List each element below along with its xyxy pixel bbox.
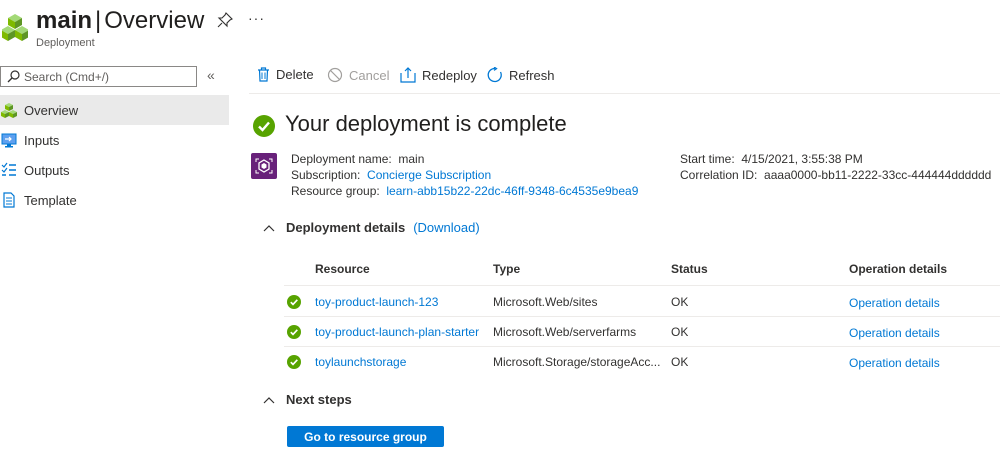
sidebar-item-label: Template xyxy=(24,192,77,208)
chevron-up-icon xyxy=(263,224,275,231)
deployment-details-toggle[interactable]: Deployment details (Download) xyxy=(263,220,480,235)
resource-status: OK xyxy=(671,355,689,369)
resource-status: OK xyxy=(671,325,689,339)
deployment-cubes-icon xyxy=(2,14,28,41)
resource-type: Microsoft.Web/serverfarms xyxy=(493,325,637,339)
toolbar-divider xyxy=(249,93,1000,94)
deployment-name-row: Deployment name: main xyxy=(291,152,425,166)
search-input[interactable]: Search (Cmd+/) xyxy=(0,66,197,87)
resource-status: OK xyxy=(671,295,689,309)
correlation-id-row: Correlation ID: aaaa0000-bb11-2222-33cc-… xyxy=(680,168,992,182)
sidebar-item-label: Inputs xyxy=(24,132,60,148)
resource-type: Microsoft.Storage/storageAcc... xyxy=(493,355,661,369)
redeploy-label: Redeploy xyxy=(422,67,477,83)
cancel-button[interactable]: Cancel xyxy=(327,67,389,83)
operation-details-link[interactable]: Operation details xyxy=(849,356,940,370)
resource-group-row: Resource group: learn-abb15b22-22dc-46ff… xyxy=(291,184,639,198)
resource-link[interactable]: toy-product-launch-123 xyxy=(315,295,487,309)
success-check-icon xyxy=(287,295,301,309)
cubes-icon xyxy=(1,103,17,118)
resource-link[interactable]: toy-product-launch-plan-starter xyxy=(315,325,487,339)
next-steps-toggle[interactable]: Next steps xyxy=(263,392,352,407)
collapse-sidebar-button[interactable]: « xyxy=(207,67,215,83)
start-time-row: Start time: 4/15/2021, 3:55:38 PM xyxy=(680,152,863,166)
more-options-button[interactable]: ··· xyxy=(248,10,265,26)
next-steps-title: Next steps xyxy=(286,392,352,407)
success-check-icon xyxy=(253,115,275,137)
search-placeholder: Search (Cmd+/) xyxy=(24,70,110,84)
resource-type: Microsoft.Web/sites xyxy=(493,295,598,309)
table-divider xyxy=(284,285,1000,286)
success-check-icon xyxy=(287,325,301,339)
refresh-label: Refresh xyxy=(509,67,555,83)
success-check-icon xyxy=(287,355,301,369)
column-header-status[interactable]: Status xyxy=(671,262,708,276)
redeploy-button[interactable]: Redeploy xyxy=(400,67,477,83)
trash-icon xyxy=(258,67,269,82)
deployment-icon xyxy=(251,153,277,179)
delete-button[interactable]: Delete xyxy=(257,67,314,82)
cancel-label: Cancel xyxy=(349,67,390,83)
subscription-link[interactable]: Concierge Subscription xyxy=(367,168,491,182)
sidebar-item-inputs[interactable]: Inputs xyxy=(0,125,229,155)
sidebar-item-template[interactable]: Template xyxy=(0,185,229,215)
operation-details-link[interactable]: Operation details xyxy=(849,296,940,310)
sidebar-item-overview[interactable]: Overview xyxy=(0,95,229,125)
upload-icon xyxy=(400,67,416,83)
resource-group-link[interactable]: learn-abb15b22-22dc-46ff-9348-6c4535e9be… xyxy=(386,184,638,198)
go-to-resource-group-button[interactable]: Go to resource group xyxy=(287,426,444,447)
delete-label: Delete xyxy=(276,67,314,82)
search-icon xyxy=(7,70,20,83)
pin-icon[interactable] xyxy=(217,12,233,28)
sidebar-item-outputs[interactable]: Outputs xyxy=(0,155,229,185)
download-link[interactable]: (Download) xyxy=(413,220,479,235)
sidebar-item-label: Overview xyxy=(24,102,79,118)
table-divider xyxy=(284,346,1000,347)
page-title: main | Overview xyxy=(36,7,205,34)
outputs-icon xyxy=(1,162,16,176)
cancel-icon xyxy=(327,67,343,83)
column-header-type[interactable]: Type xyxy=(493,262,520,276)
deployment-details-title: Deployment details xyxy=(286,220,406,235)
subscription-row: Subscription: Concierge Subscription xyxy=(291,168,492,182)
chevron-up-icon xyxy=(263,396,275,403)
table-divider xyxy=(284,316,1000,317)
inputs-icon xyxy=(1,133,17,148)
refresh-icon xyxy=(487,67,502,83)
resource-link[interactable]: toylaunchstorage xyxy=(315,355,487,369)
template-icon xyxy=(3,192,15,208)
page-subtitle: Deployment xyxy=(36,37,95,49)
operation-details-link[interactable]: Operation details xyxy=(849,326,940,340)
column-header-resource[interactable]: Resource xyxy=(315,262,370,276)
sidebar-item-label: Outputs xyxy=(24,162,70,178)
deployment-status-title: Your deployment is complete xyxy=(285,111,567,136)
column-header-operation-details[interactable]: Operation details xyxy=(849,262,947,276)
refresh-button[interactable]: Refresh xyxy=(487,67,555,83)
